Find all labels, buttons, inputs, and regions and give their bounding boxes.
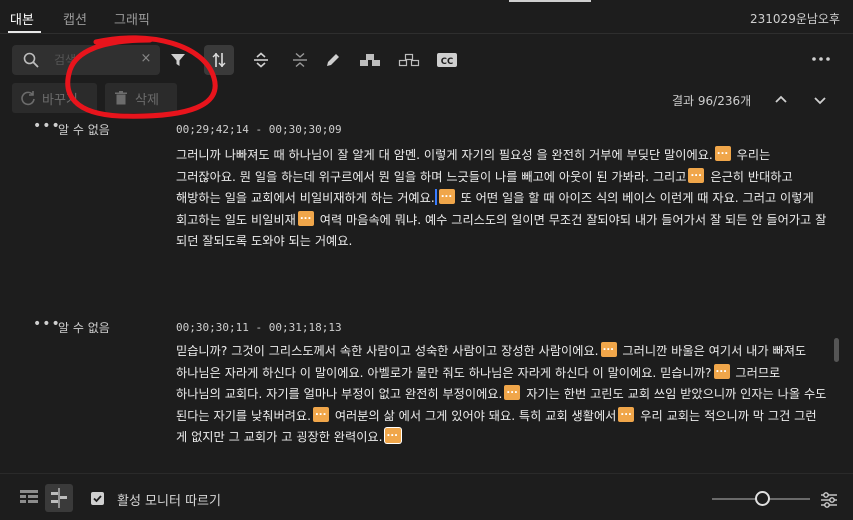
split-button[interactable] (204, 45, 234, 75)
follow-monitor-checkbox[interactable] (91, 492, 104, 505)
next-result-button[interactable] (811, 91, 829, 109)
display-settings-button[interactable] (818, 489, 840, 511)
scrollbar-thumb[interactable] (834, 338, 839, 362)
follow-monitor-label: 활성 모니터 따르기 (117, 494, 221, 509)
pause-marker[interactable] (713, 359, 730, 380)
tab-captions[interactable]: 캡션 (63, 9, 87, 28)
tab-transcript[interactable]: 대본 (10, 9, 34, 28)
cc-icon: CC (437, 53, 457, 67)
pause-marker[interactable] (618, 402, 635, 423)
search-results-count: 결과 96/236개 (672, 94, 752, 108)
search-input[interactable] (54, 51, 134, 69)
unmerge-button[interactable] (285, 45, 315, 75)
chevron-up-icon (775, 95, 787, 103)
project-name: 231029운남오후 (750, 12, 840, 26)
active-tab-indicator (8, 31, 41, 33)
zoom-slider-thumb[interactable] (755, 491, 770, 506)
text-segment[interactable]: 여러분의 삶 에서 그게 있어야 돼요. 특히 교회 생활에서 (331, 409, 617, 423)
svg-text:CC: CC (441, 57, 453, 67)
pause-marker[interactable] (504, 380, 521, 402)
transcript-list: ••• 알 수 없음 00;29;42;14 - 00;30;30;09 그러니… (0, 120, 853, 473)
delete-label: 삭제 (135, 93, 159, 108)
pause-marker[interactable] (688, 163, 705, 184)
text-cursor (434, 189, 437, 206)
replace-label: 바꾸기 (42, 93, 78, 108)
transcript-text[interactable]: 그러니까 나빠져도 때 하나님이 잘 알게 대 암멘. 이렇게 자기의 필요성 … (176, 141, 828, 253)
more-options-button[interactable] (809, 49, 833, 69)
replace-button[interactable]: 바꾸기 (12, 83, 97, 113)
speaker-name[interactable]: 알 수 없음 (58, 121, 110, 138)
pause-marker[interactable] (438, 184, 455, 206)
search-icon (23, 52, 39, 68)
search-box[interactable]: × (12, 45, 160, 75)
pause-marker[interactable] (384, 423, 401, 445)
text-segment[interactable]: 그러니까 나빠져도 때 하나님이 잘 알게 대 암멘. 이렇게 자기의 필요성 … (176, 148, 713, 162)
pause-marker[interactable] (312, 402, 329, 423)
more-icon (812, 57, 830, 61)
panel-divider (509, 0, 591, 2)
text-segment[interactable]: 믿습니까? 그것이 그리스도께서 속한 사람이고 성숙한 사람이고 장성한 사람… (176, 344, 599, 358)
tab-bar: 대본 캡션 그래픽 231029운남오후 (0, 0, 853, 34)
grid-view-icon (20, 490, 38, 503)
checkmark-icon (93, 495, 102, 503)
previous-result-button[interactable] (772, 91, 790, 109)
tab-graphics[interactable]: 그래픽 (114, 9, 150, 28)
pause-marker[interactable] (297, 206, 314, 227)
timecode: 00;29;42;14 - 00;30;30;09 (176, 123, 342, 136)
view-mode-button-b[interactable] (45, 484, 73, 512)
filter-icon (171, 54, 185, 66)
refresh-icon (21, 91, 35, 106)
speaker-menu-button[interactable]: ••• (33, 316, 61, 332)
speaker-group-icon (360, 54, 380, 66)
filter-button[interactable] (163, 45, 193, 75)
toolbar: × (0, 35, 853, 120)
speaker-group-outline-button[interactable] (392, 45, 422, 75)
pencil-icon (327, 54, 339, 66)
split-icon (212, 53, 226, 67)
timeline-view-icon (51, 488, 67, 508)
chevron-down-icon (814, 97, 826, 105)
pause-marker[interactable] (600, 337, 617, 359)
unmerge-icon (293, 52, 307, 68)
view-mode-button-a[interactable] (15, 484, 43, 512)
merge-button[interactable] (246, 45, 276, 75)
speaker-group-outline-icon (398, 53, 420, 67)
speaker-group-button[interactable] (353, 45, 383, 75)
timecode: 00;30;30;11 - 00;31;18;13 (176, 321, 342, 334)
settings-sliders-icon (821, 492, 837, 508)
delete-button[interactable]: 삭제 (105, 83, 177, 113)
bottom-bar: 활성 모니터 따르기 (0, 473, 853, 520)
pause-marker[interactable] (714, 141, 731, 163)
captions-button[interactable]: CC (430, 45, 460, 75)
merge-icon (254, 52, 268, 68)
edit-button[interactable] (318, 45, 348, 75)
transcript-text[interactable]: 믿습니까? 그것이 그리스도께서 속한 사람이고 성숙한 사람이고 장성한 사람… (176, 337, 828, 449)
trash-icon (115, 91, 127, 105)
clear-search-button[interactable]: × (138, 51, 154, 67)
speaker-menu-button[interactable]: ••• (33, 120, 61, 134)
speaker-name[interactable]: 알 수 없음 (58, 319, 110, 336)
